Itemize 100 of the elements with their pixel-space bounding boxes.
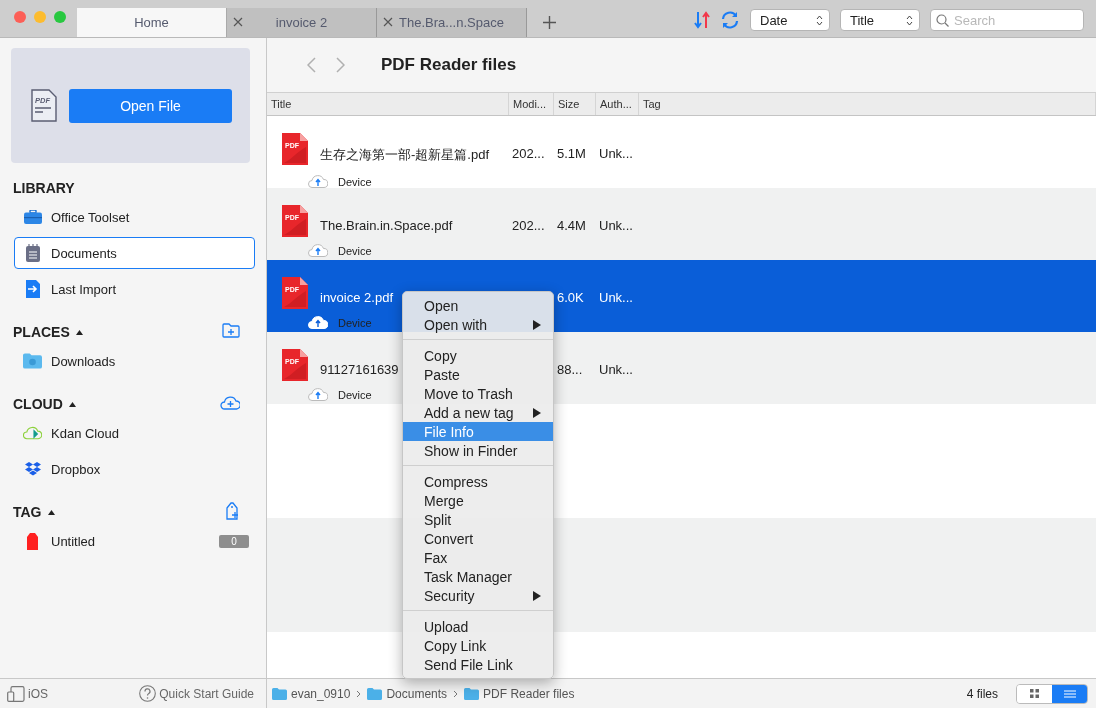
menu-item[interactable]: Task Manager [403, 567, 553, 586]
sidebar-item[interactable]: Untitled 0 [14, 525, 255, 557]
tab[interactable]: Home [77, 8, 227, 37]
item-label: Office Toolset [51, 209, 130, 225]
table-cell: 202... [512, 146, 545, 161]
add-tag-icon[interactable] [226, 501, 240, 520]
cloud-upload-icon [308, 175, 328, 188]
menu-item[interactable]: Paste [403, 365, 553, 384]
menu-item[interactable]: Add a new tag [403, 403, 553, 422]
menu-item[interactable]: Convert [403, 529, 553, 548]
help-icon [139, 685, 157, 702]
column-header[interactable]: Size [554, 93, 596, 115]
table-cell: Unk... [599, 362, 633, 377]
file-name: 生存之海第一部-超新星篇.pdf [320, 146, 489, 164]
table-cell: Unk... [599, 290, 633, 305]
add-folder-icon[interactable] [222, 323, 240, 338]
sidebar-item[interactable]: Kdan Cloud [14, 417, 255, 449]
menu-item[interactable]: Send File Link [403, 655, 553, 674]
menu-item[interactable]: Open [403, 296, 553, 315]
sidebar-item[interactable]: Dropbox [14, 453, 255, 485]
sort-icon[interactable] [694, 10, 710, 30]
collapse-triangle-icon[interactable] [75, 329, 83, 335]
tab[interactable]: invoice 2 [227, 8, 377, 37]
table-cell: 6.0K [557, 290, 584, 305]
menu-item[interactable]: Move to Trash [403, 384, 553, 403]
table-cell: 202... [512, 218, 545, 233]
ios-link[interactable]: iOS [7, 685, 48, 702]
column-header[interactable]: Tag [639, 93, 1096, 115]
stepper-arrows-icon [816, 14, 823, 26]
search-field[interactable]: Search [930, 9, 1084, 31]
menu-item[interactable]: Copy [403, 346, 553, 365]
file-location: Device [338, 388, 372, 401]
notepad-icon [25, 244, 40, 262]
file-count: 4 files [966, 686, 998, 701]
menu-item[interactable]: Security [403, 586, 553, 605]
menu-item[interactable]: Split [403, 510, 553, 529]
sidebar-item[interactable]: Last Import [14, 273, 255, 305]
tab[interactable]: The.Bra...n.Space [377, 8, 527, 37]
add-cloud-icon[interactable] [220, 395, 240, 410]
item-label: Dropbox [51, 461, 101, 477]
briefcase-icon [23, 210, 42, 224]
item-label: Untitled [51, 533, 96, 549]
tablet-phone-icon [7, 685, 25, 702]
sort-by-dropdown[interactable]: Title [840, 9, 920, 31]
cloud-upload-icon [308, 244, 328, 257]
chevron-icon [453, 689, 459, 698]
table-cell: 5.1M [557, 146, 586, 161]
menu-item[interactable]: Open with [403, 315, 553, 334]
item-label: Kdan Cloud [51, 425, 119, 441]
sidebar-item[interactable]: Documents [14, 237, 255, 269]
quick-start-link[interactable]: Quick Start Guide [139, 685, 254, 702]
breadcrumb[interactable]: evan_0910 [272, 686, 351, 701]
dropbox-icon [24, 462, 41, 476]
menu-item[interactable]: Copy Link [403, 636, 553, 655]
folder-icon [272, 687, 287, 700]
breadcrumb[interactable]: PDF Reader files [464, 686, 575, 701]
table-cell: 88... [557, 362, 583, 377]
file-name: 91127161639 [320, 362, 399, 377]
item-label: Documents [51, 245, 117, 261]
close-icon[interactable] [383, 17, 393, 27]
section-heading: LIBRARY [13, 180, 75, 196]
window-control[interactable] [14, 11, 26, 23]
sidebar-item[interactable]: Office Toolset [14, 201, 255, 233]
chevron-icon [356, 689, 362, 698]
sort-field-dropdown[interactable]: Date [750, 9, 830, 31]
grid-icon [1030, 689, 1039, 698]
import-file-icon [25, 280, 40, 298]
column-header[interactable]: Title [267, 93, 509, 115]
file-name: The.Brain.in.Space.pdf [320, 218, 453, 233]
list-icon [1063, 689, 1076, 698]
table-cell: Unk... [599, 146, 633, 161]
cloud-upload-icon [308, 388, 328, 401]
file-location: Device [338, 175, 372, 188]
folder-title: PDF Reader files [381, 55, 517, 75]
collapse-triangle-icon[interactable] [47, 509, 55, 515]
item-count: 0 [219, 534, 249, 548]
cloud-upload-icon [308, 316, 328, 329]
folder-icon [464, 687, 480, 700]
close-icon[interactable] [233, 17, 243, 27]
table-cell: 4.4M [557, 218, 586, 233]
menu-item[interactable]: Fax [403, 548, 553, 567]
menu-item[interactable]: Upload [403, 617, 553, 636]
grid-view-button[interactable] [1017, 684, 1052, 703]
collapse-triangle-icon[interactable] [68, 401, 76, 407]
open-file-button[interactable]: Open File [69, 88, 232, 123]
sidebar-item[interactable]: Downloads [14, 345, 255, 377]
column-header[interactable]: Auth... [596, 93, 639, 115]
column-header[interactable]: Modi... [509, 93, 554, 115]
file-location: Device [338, 316, 372, 329]
menu-item[interactable]: Merge [403, 491, 553, 510]
add-tab-icon[interactable] [543, 16, 556, 29]
folder-icon [23, 353, 42, 369]
menu-item[interactable]: Show in Finder [403, 441, 553, 460]
menu-item[interactable]: Compress [403, 472, 553, 491]
folder-icon [367, 687, 383, 700]
section-heading: PLACES [13, 324, 70, 340]
file-name: invoice 2.pdf [320, 290, 393, 305]
section-heading: TAG [13, 504, 42, 520]
refresh-icon[interactable] [720, 10, 740, 30]
breadcrumb[interactable]: Documents [367, 686, 448, 701]
